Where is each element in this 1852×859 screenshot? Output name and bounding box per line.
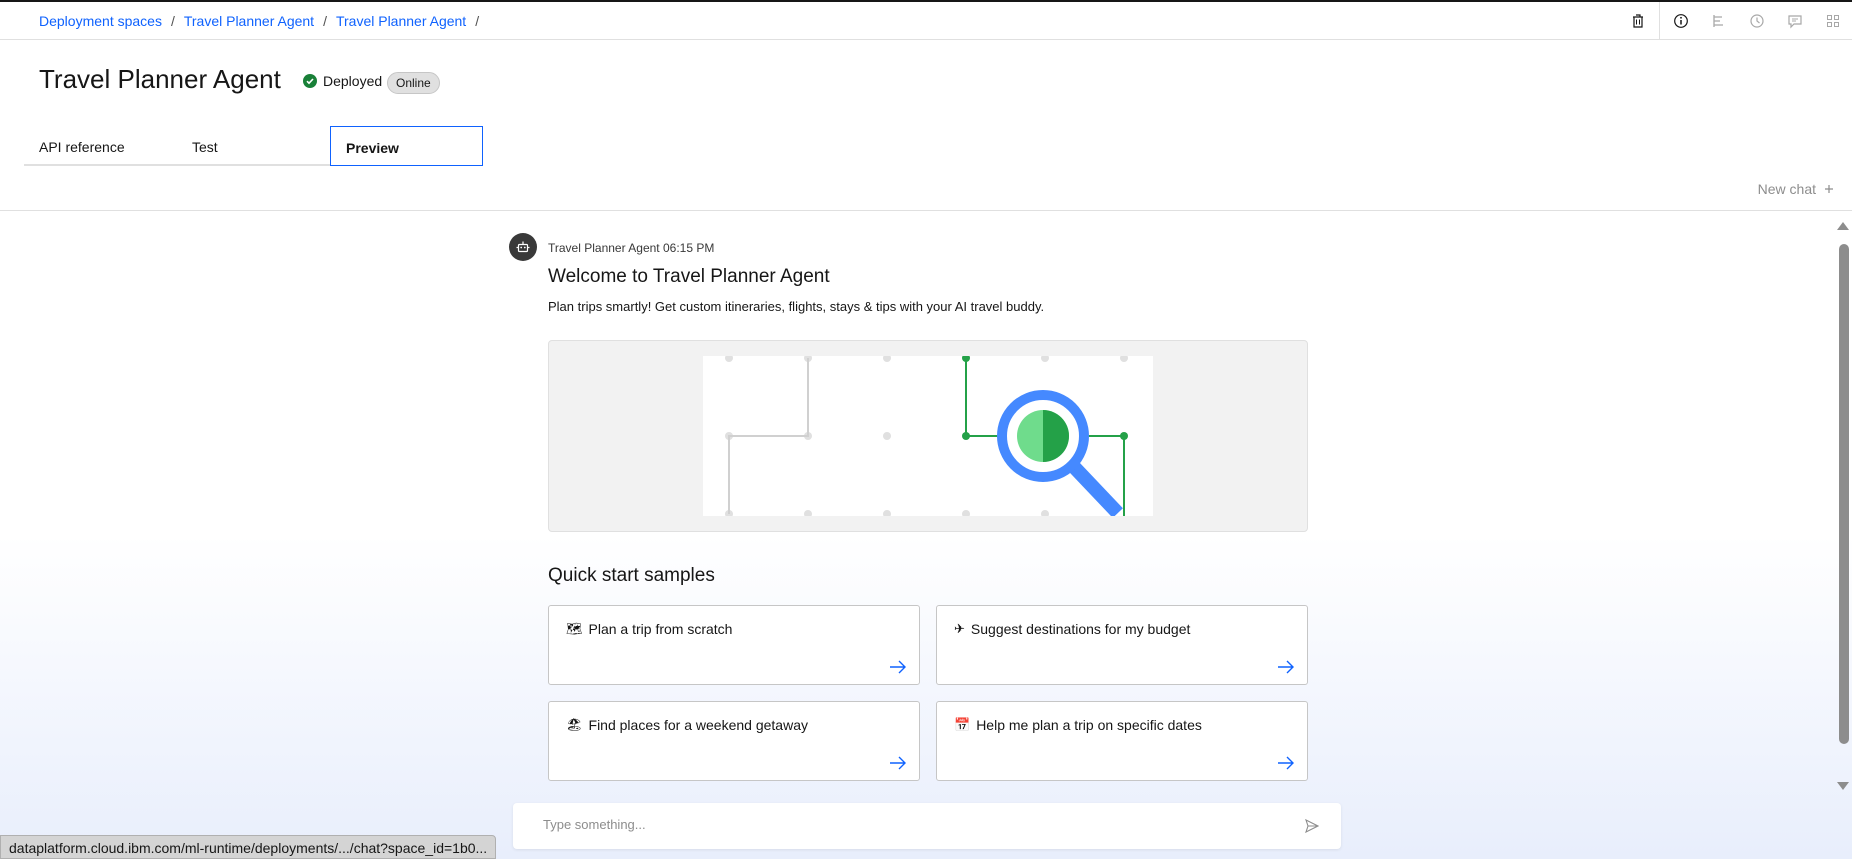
new-chat-label: New chat	[1757, 181, 1816, 197]
card-label: ✈ Suggest destinations for my budget	[954, 621, 1190, 637]
scroll-down-arrow[interactable]	[1837, 782, 1849, 790]
quick-start-card[interactable]: ✈ Suggest destinations for my budget	[936, 605, 1308, 685]
airplane-icon: ✈	[954, 621, 965, 637]
send-icon[interactable]	[1305, 819, 1319, 833]
message-meta: Travel Planner Agent 06:15 PM	[548, 241, 714, 255]
tab-preview[interactable]: Preview	[330, 126, 483, 166]
card-label: 🗺 Plan a trip from scratch	[566, 621, 732, 637]
deployment-status: Deployed	[303, 73, 382, 89]
status-badge: Online	[387, 72, 440, 94]
breadcrumb-deployment-spaces[interactable]: Deployment spaces	[39, 13, 162, 29]
quick-start-title: Quick start samples	[548, 565, 715, 586]
card-text: Plan a trip from scratch	[588, 621, 733, 637]
card-text: Help me plan a trip on specific dates	[976, 717, 1202, 733]
arrow-right-icon	[890, 660, 906, 674]
quick-start-card[interactable]: 🏖 Find places for a weekend getaway	[548, 701, 920, 781]
quick-start-card[interactable]: 🗺 Plan a trip from scratch	[548, 605, 920, 685]
scrollbar-thumb[interactable]	[1839, 244, 1849, 744]
card-text: Find places for a weekend getaway	[588, 717, 808, 733]
chat-input[interactable]	[543, 817, 1283, 832]
map-icon: 🗺	[566, 621, 583, 637]
card-label: 🏖 Find places for a weekend getaway	[566, 717, 808, 733]
apps-icon[interactable]	[1814, 2, 1852, 40]
page-title: Travel Planner Agent	[39, 64, 281, 94]
card-label: 📅 Help me plan a trip on specific dates	[954, 717, 1202, 733]
arrow-right-icon	[890, 756, 906, 770]
breadcrumb-space[interactable]: Travel Planner Agent	[184, 13, 314, 29]
tab-api-reference[interactable]: API reference	[24, 126, 177, 166]
message-time: 06:15 PM	[662, 241, 715, 255]
plus-icon	[1824, 181, 1834, 197]
new-chat-button[interactable]: New chat	[1758, 181, 1834, 197]
history-icon[interactable]	[1738, 2, 1776, 40]
comment-icon[interactable]	[1776, 2, 1814, 40]
tree-icon[interactable]	[1700, 2, 1738, 40]
breadcrumb: Deployment spaces / Travel Planner Agent…	[39, 13, 488, 29]
tab-list: API reference Test Preview	[24, 126, 483, 166]
info-icon[interactable]	[1662, 2, 1700, 40]
search-network-illustration	[703, 356, 1153, 516]
trash-icon[interactable]	[1619, 2, 1657, 40]
calendar-icon: 📅	[954, 717, 971, 733]
quick-start-card[interactable]: 📅 Help me plan a trip on specific dates	[936, 701, 1308, 781]
status-bar-url: dataplatform.cloud.ibm.com/ml-runtime/de…	[0, 835, 497, 859]
breadcrumb-separator: /	[323, 13, 327, 29]
card-text: Suggest destinations for my budget	[970, 621, 1191, 637]
top-bar: Deployment spaces / Travel Planner Agent…	[0, 0, 1852, 40]
status-label: Deployed	[323, 73, 383, 89]
toolbar-divider	[1659, 2, 1660, 40]
arrow-right-icon	[1278, 756, 1294, 770]
welcome-illustration	[548, 340, 1308, 532]
scroll-up-arrow[interactable]	[1837, 222, 1849, 230]
beach-icon: 🏖	[566, 717, 583, 733]
check-circle-icon	[303, 74, 317, 88]
toolbar	[1619, 2, 1852, 40]
welcome-subtitle: Plan trips smartly! Get custom itinerari…	[548, 299, 1045, 314]
robot-avatar-icon	[509, 233, 537, 261]
tab-test[interactable]: Test	[177, 126, 330, 166]
chat-input-bar	[513, 803, 1341, 849]
arrow-right-icon	[1278, 660, 1294, 674]
breadcrumb-separator: /	[475, 13, 480, 29]
breadcrumb-deployment[interactable]: Travel Planner Agent	[336, 13, 466, 29]
welcome-title: Welcome to Travel Planner Agent	[548, 266, 830, 287]
breadcrumb-separator: /	[170, 13, 175, 29]
message-sender: Travel Planner Agent	[548, 241, 660, 255]
